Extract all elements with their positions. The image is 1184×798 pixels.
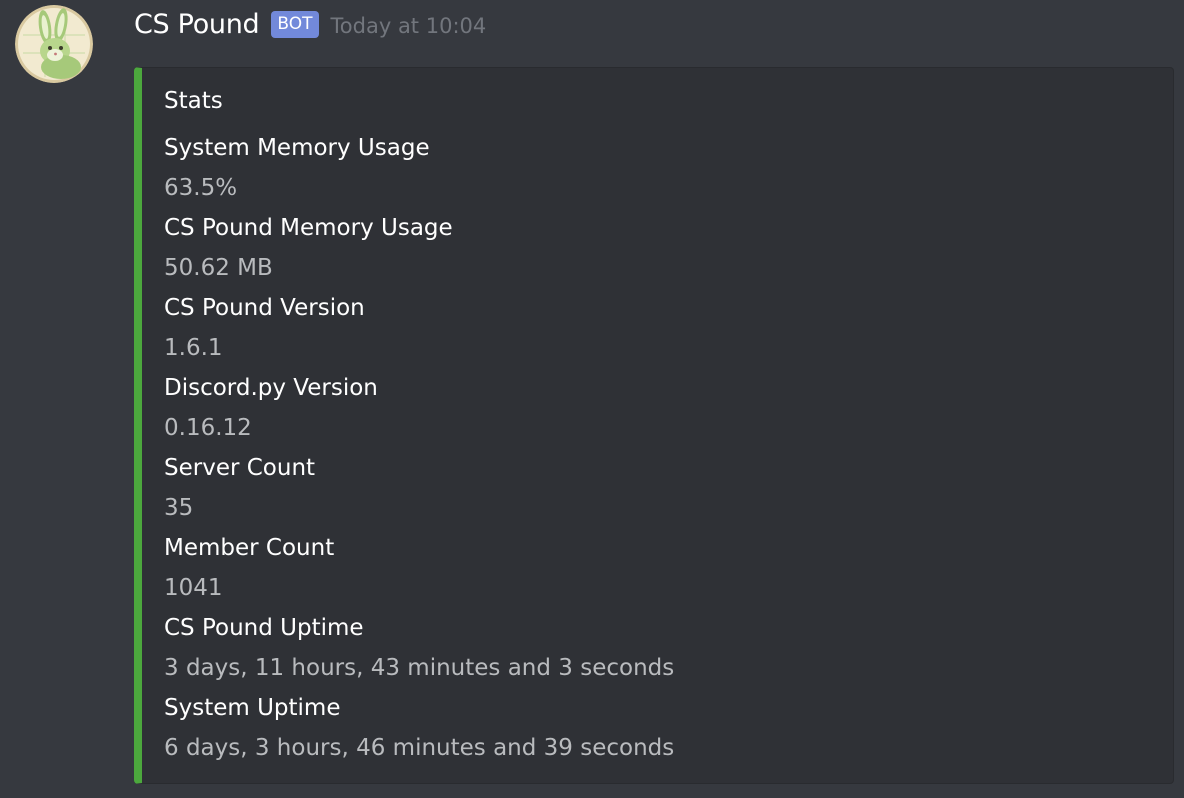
field-name: Member Count	[164, 535, 335, 561]
rabbit-avatar-icon	[15, 5, 93, 83]
stats-embed: Stats System Memory Usage 63.5% CS Pound…	[134, 67, 1174, 784]
field-name: CS Pound Memory Usage	[164, 215, 453, 241]
embed-field: System Uptime 6 days, 3 hours, 46 minute…	[164, 688, 674, 768]
embed-field: Server Count 35	[164, 448, 315, 528]
embed-field: CS Pound Version 1.6.1	[164, 288, 365, 368]
field-value: 0.16.12	[164, 415, 252, 441]
bot-tag: BOT	[271, 10, 319, 38]
embed-field: CS Pound Memory Usage 50.62 MB	[164, 208, 453, 288]
field-name: Discord.py Version	[164, 375, 378, 401]
field-name: CS Pound Version	[164, 295, 365, 321]
field-value: 35	[164, 495, 194, 521]
field-name: System Uptime	[164, 695, 341, 721]
avatar[interactable]	[15, 5, 93, 83]
field-value: 3 days, 11 hours, 43 minutes and 3 secon…	[164, 655, 675, 681]
embed-field: Discord.py Version 0.16.12	[164, 368, 378, 448]
field-value: 1041	[164, 575, 223, 601]
field-value: 50.62 MB	[164, 255, 273, 281]
message-header: CS Pound BOT Today at 10:04	[134, 4, 486, 44]
field-name: CS Pound Uptime	[164, 615, 364, 641]
field-name: Server Count	[164, 455, 316, 481]
message-timestamp: Today at 10:04	[330, 14, 487, 38]
field-name: System Memory Usage	[164, 135, 430, 161]
field-value: 63.5%	[164, 175, 238, 201]
embed-field: Member Count 1041	[164, 528, 334, 608]
field-value: 6 days, 3 hours, 46 minutes and 39 secon…	[164, 735, 675, 761]
embed-field: System Memory Usage 63.5%	[164, 128, 430, 208]
embed-field: CS Pound Uptime 3 days, 11 hours, 43 min…	[164, 608, 674, 688]
field-value: 1.6.1	[164, 335, 223, 361]
embed-title: Stats	[164, 88, 223, 114]
chat-message: CS Pound BOT Today at 10:04 Stats System…	[0, 0, 1184, 798]
author-name[interactable]: CS Pound	[134, 9, 260, 40]
